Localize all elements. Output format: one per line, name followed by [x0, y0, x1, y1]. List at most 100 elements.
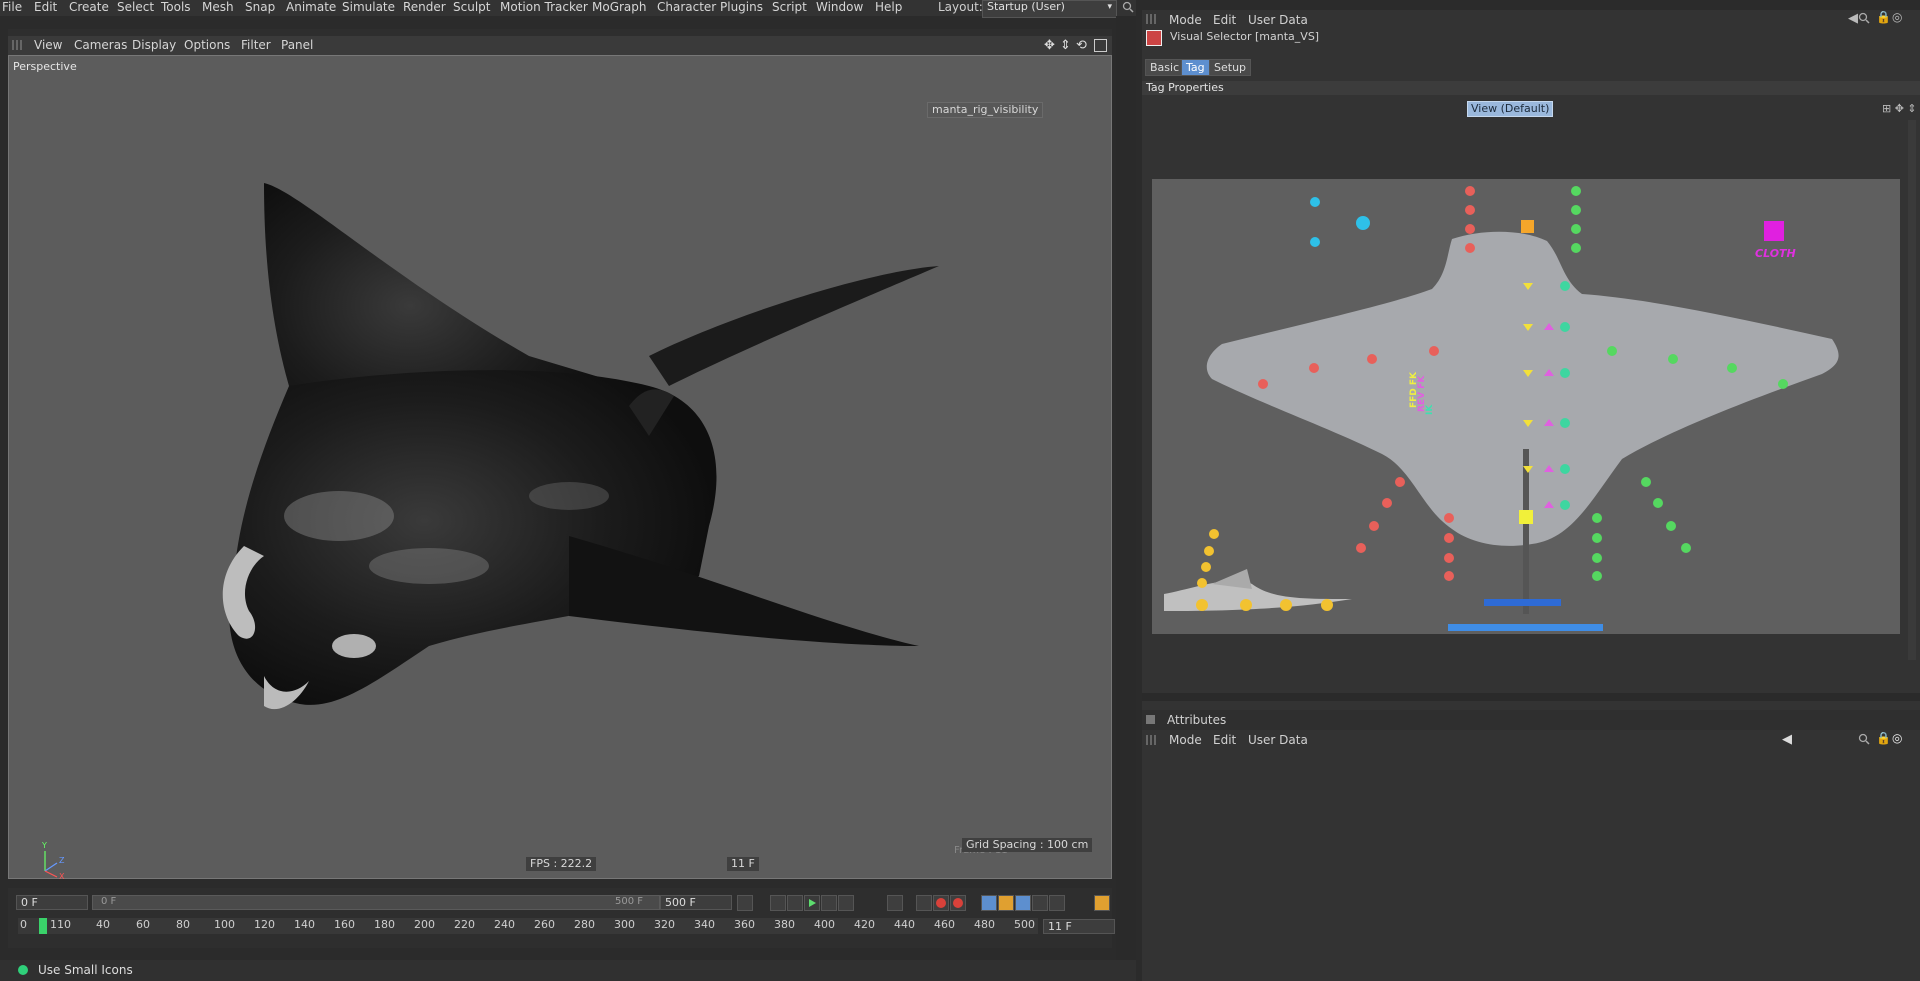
- menu-mograph[interactable]: MoGraph: [592, 0, 647, 16]
- control-dot[interactable]: [1592, 553, 1602, 563]
- menu-simulate[interactable]: Simulate: [342, 0, 395, 16]
- target-icon[interactable]: ◎: [1892, 731, 1902, 745]
- move-view-icon[interactable]: ✥: [1044, 38, 1055, 53]
- zoom-view-icon[interactable]: ⇕: [1060, 38, 1071, 53]
- maximize-view-icon[interactable]: [1094, 39, 1107, 52]
- control-dot[interactable]: [1571, 186, 1581, 196]
- menu-file[interactable]: File: [2, 0, 22, 16]
- back-arrow-icon[interactable]: ◀: [1848, 11, 1858, 26]
- goto-end-button[interactable]: [887, 895, 903, 911]
- control-dot[interactable]: [1465, 243, 1475, 253]
- menu-motion-tracker[interactable]: Motion Tracker: [500, 0, 588, 16]
- rotation-key-button[interactable]: [1015, 895, 1031, 911]
- control-dot[interactable]: [1429, 346, 1439, 356]
- frame-ruler[interactable]: 0 110 40 60 80 100 120 140 160 180 200 2…: [18, 918, 1038, 934]
- next-frame-button[interactable]: [821, 895, 837, 911]
- menu-select[interactable]: Select: [117, 0, 154, 16]
- keyframe-selection-button[interactable]: [950, 895, 966, 911]
- search-icon[interactable]: [1122, 1, 1134, 13]
- control-dot[interactable]: [1571, 243, 1581, 253]
- viewport-menu-filter[interactable]: Filter: [241, 38, 271, 52]
- layout-dropdown[interactable]: Startup (User) ▾: [982, 0, 1117, 18]
- tab-basic[interactable]: Basic: [1145, 59, 1185, 76]
- control-dot[interactable]: [1367, 354, 1377, 364]
- grip-icon[interactable]: [12, 40, 22, 50]
- control-dot[interactable]: [1197, 578, 1207, 588]
- goto-next-key-button[interactable]: [838, 895, 854, 911]
- start-frame-field[interactable]: 0 F: [16, 895, 88, 910]
- viewport-menu-options[interactable]: Options: [184, 38, 230, 52]
- control-dot[interactable]: [1465, 224, 1475, 234]
- attributes-menu-user-data[interactable]: User Data: [1248, 733, 1308, 747]
- control-dot[interactable]: [1560, 368, 1570, 378]
- play-button[interactable]: [804, 895, 820, 911]
- rev-fk-control[interactable]: [1544, 501, 1554, 508]
- menu-character[interactable]: Character: [657, 0, 716, 16]
- playhead[interactable]: [39, 918, 47, 934]
- control-dot[interactable]: [1258, 379, 1268, 389]
- prev-frame-button[interactable]: [787, 895, 803, 911]
- vertical-splitter[interactable]: [1116, 16, 1136, 960]
- menu-animate[interactable]: Animate: [286, 0, 336, 16]
- control-dot[interactable]: [1778, 379, 1788, 389]
- control-dot[interactable]: [1382, 498, 1392, 508]
- control-dot[interactable]: [1666, 521, 1676, 531]
- control-dot[interactable]: [1310, 197, 1320, 207]
- viewport-menu-view[interactable]: View: [34, 38, 62, 52]
- tab-tag[interactable]: Tag: [1181, 59, 1210, 76]
- control-dot[interactable]: [1560, 322, 1570, 332]
- viewport-menu-display[interactable]: Display: [132, 38, 176, 52]
- control-dot[interactable]: [1668, 354, 1678, 364]
- viewport-menu-panel[interactable]: Panel: [281, 38, 313, 52]
- panel-menu-edit[interactable]: Edit: [1213, 13, 1236, 27]
- control-dot[interactable]: [1196, 599, 1208, 611]
- panel-menu-user-data[interactable]: User Data: [1248, 13, 1308, 27]
- record-keys-button[interactable]: [916, 895, 932, 911]
- control-dot[interactable]: [1204, 546, 1214, 556]
- control-dot[interactable]: [1209, 529, 1219, 539]
- control-dot[interactable]: [1280, 599, 1292, 611]
- control-dot[interactable]: [1310, 237, 1320, 247]
- goto-prev-key-button[interactable]: [770, 895, 786, 911]
- menu-tools[interactable]: Tools: [161, 0, 191, 16]
- end-frame-field[interactable]: 500 F: [660, 895, 732, 910]
- menu-sculpt[interactable]: Sculpt: [453, 0, 490, 16]
- ffd-fk-control[interactable]: [1523, 283, 1533, 290]
- control-dot[interactable]: [1727, 363, 1737, 373]
- control-dot[interactable]: [1444, 571, 1454, 581]
- control-dot[interactable]: [1444, 553, 1454, 563]
- control-dot[interactable]: [1571, 205, 1581, 215]
- control-dot[interactable]: [1321, 599, 1333, 611]
- control-dot[interactable]: [1444, 513, 1454, 523]
- control-dot[interactable]: [1681, 543, 1691, 553]
- control-dot[interactable]: [1465, 186, 1475, 196]
- control-dot[interactable]: [1592, 571, 1602, 581]
- control-dot[interactable]: [1201, 562, 1211, 572]
- menu-window[interactable]: Window: [816, 0, 863, 16]
- ffd-fk-control[interactable]: [1523, 370, 1533, 377]
- ffd-fk-control[interactable]: [1523, 420, 1533, 427]
- rev-fk-control[interactable]: [1544, 419, 1554, 426]
- current-frame-field[interactable]: 11 F: [1043, 919, 1115, 934]
- control-dot[interactable]: [1592, 533, 1602, 543]
- rev-fk-control[interactable]: [1544, 323, 1554, 330]
- rev-fk-control[interactable]: [1544, 369, 1554, 376]
- control-dot[interactable]: [1560, 281, 1570, 291]
- menu-help[interactable]: Help: [875, 0, 902, 16]
- menu-plugins[interactable]: Plugins: [720, 0, 763, 16]
- control-dot[interactable]: [1309, 363, 1319, 373]
- menu-mesh[interactable]: Mesh: [202, 0, 234, 16]
- view-default-button[interactable]: View (Default): [1467, 101, 1554, 117]
- control-dot[interactable]: [1465, 205, 1475, 215]
- ffd-fk-control[interactable]: [1523, 324, 1533, 331]
- lock-icon[interactable]: 🔒: [1876, 10, 1891, 24]
- menu-render[interactable]: Render: [403, 0, 446, 16]
- search-icon[interactable]: [1858, 733, 1870, 745]
- control-dot[interactable]: [1356, 543, 1366, 553]
- panel-tools-icon[interactable]: ⊞ ✥ ⇕: [1882, 102, 1917, 115]
- tab-setup[interactable]: Setup: [1209, 59, 1252, 76]
- control-dot[interactable]: [1356, 216, 1370, 230]
- control-dot[interactable]: [1560, 418, 1570, 428]
- menu-snap[interactable]: Snap: [245, 0, 275, 16]
- control-dot[interactable]: [1240, 599, 1252, 611]
